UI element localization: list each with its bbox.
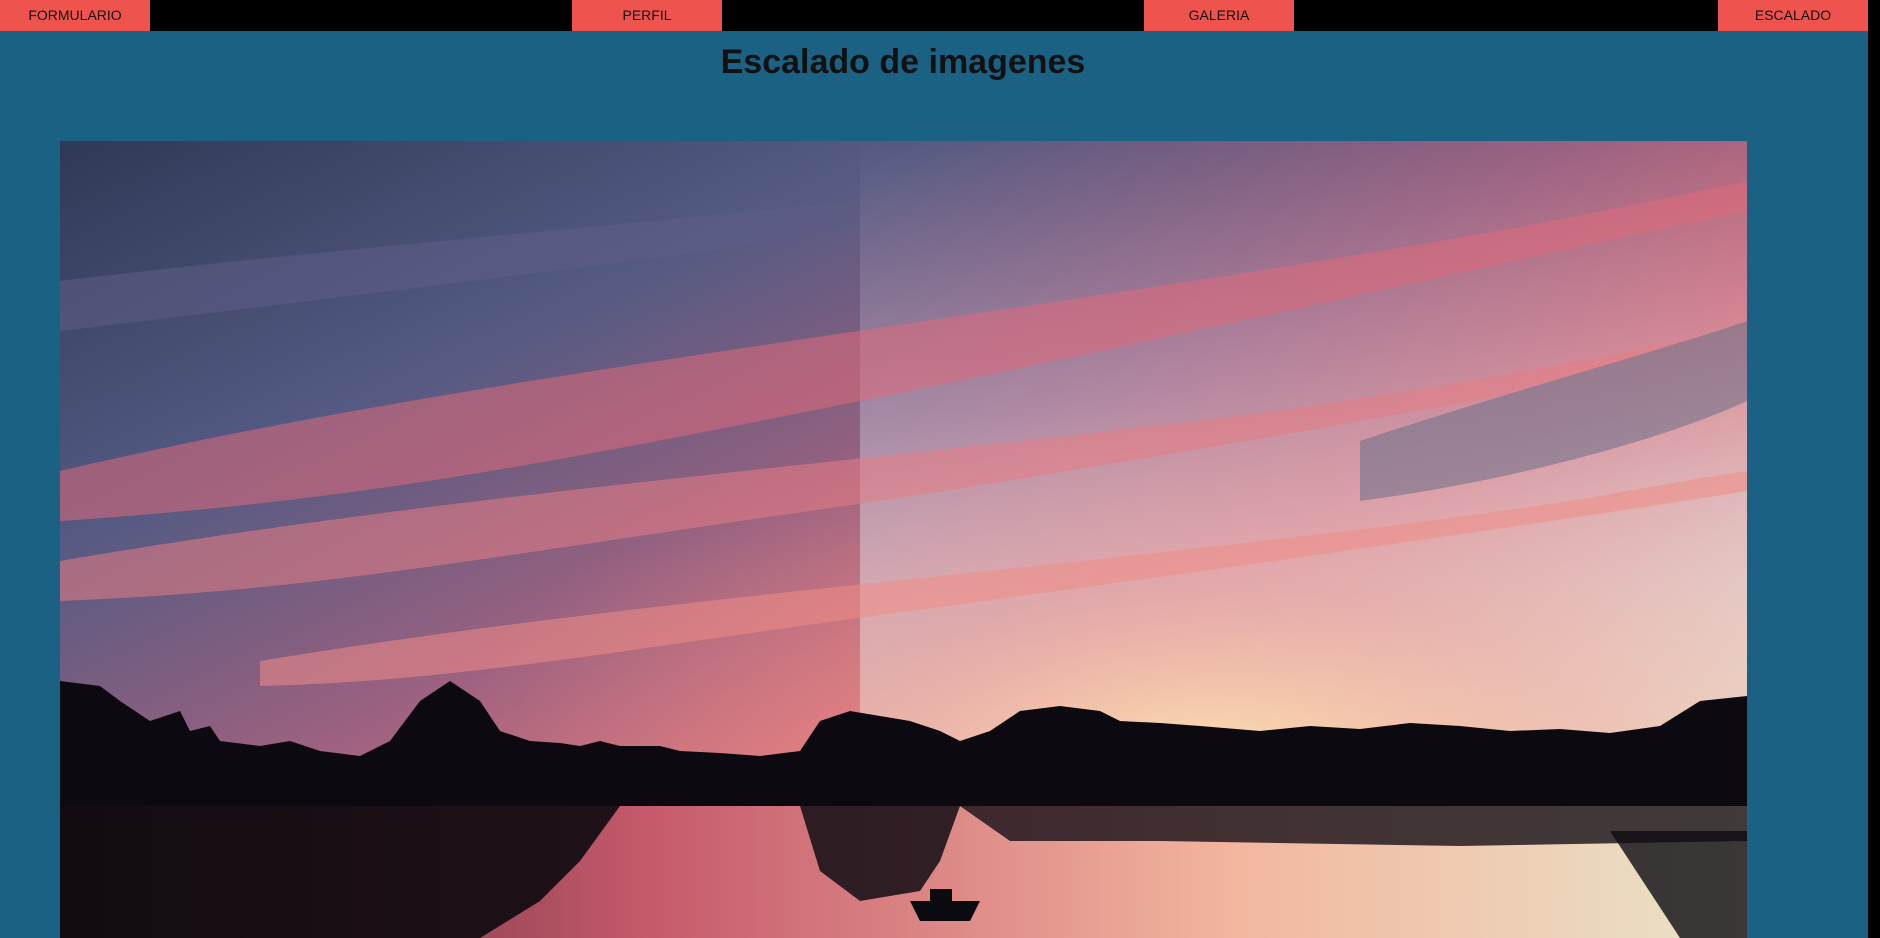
sunset-photo [60,141,1747,938]
page: FORMULARIO PERFIL GALERIA ESCALADO Escal… [0,0,1868,938]
nav-formulario-button[interactable]: FORMULARIO [0,0,150,31]
sunset-image [60,141,1747,938]
nav-escalado-button[interactable]: ESCALADO [1718,0,1868,31]
nav-perfil-button[interactable]: PERFIL [572,0,722,31]
scrollbar[interactable] [1868,0,1880,938]
page-title: Escalado de imagenes [720,43,1086,81]
nav-galeria-button[interactable]: GALERIA [1144,0,1294,31]
top-nav: FORMULARIO PERFIL GALERIA ESCALADO [0,0,1868,31]
